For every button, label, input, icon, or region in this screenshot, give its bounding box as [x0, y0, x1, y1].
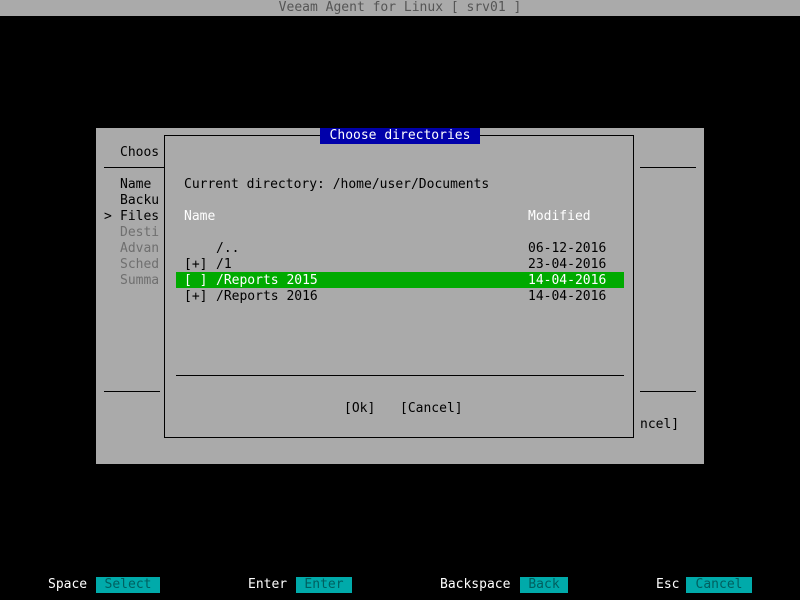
row-name: /.. [216, 241, 240, 256]
ok-button[interactable]: [Ok] [344, 401, 375, 417]
wizard-step-advanced: Advan [120, 241, 160, 256]
wizard-divider-top-left [104, 167, 164, 168]
cancel-button[interactable]: [Cancel] [400, 401, 463, 417]
hotkey-enter-key: Enter [248, 577, 288, 592]
wizard-heading: Choos [120, 145, 160, 160]
wizard-step-schedule: Sched [120, 257, 160, 272]
dialog-divider [176, 375, 624, 376]
back-button[interactable]: Back [520, 577, 568, 593]
hotkey-backspace-key: Backspace [440, 577, 511, 592]
wizard-divider-bottom-right [640, 391, 696, 392]
row-checkbox[interactable]: [ ] [184, 273, 207, 289]
row-name: /1 [216, 257, 232, 272]
wizard-step-files[interactable]: Files [120, 209, 159, 225]
hotkey-cancel-button[interactable]: Cancel [686, 577, 752, 593]
dialog-title: Choose directories [320, 128, 480, 144]
wizard-divider-top-right [640, 167, 696, 168]
hotkey-space-key: Space [48, 577, 88, 592]
enter-button[interactable]: Enter [296, 577, 352, 593]
column-header-name: Name [184, 209, 216, 224]
app-title-bar: Veeam Agent for Linux [ srv01 ] [0, 0, 800, 16]
row-name: /Reports 2016 [216, 289, 318, 304]
row-modified: 06-12-2016 [528, 241, 607, 256]
column-header-modified: Modified [528, 209, 591, 224]
row-modified: 14-04-2016 [528, 273, 607, 288]
row-modified: 14-04-2016 [528, 289, 607, 304]
row-name: /Reports 2015 [216, 273, 318, 288]
wizard-step-name[interactable]: Name [120, 177, 151, 193]
row-modified: 23-04-2016 [528, 257, 607, 272]
wizard-step-summary: Summa [120, 273, 160, 288]
row-checkbox[interactable]: [+] [184, 289, 207, 305]
hotkey-esc-key: Esc [656, 577, 680, 592]
row-checkbox[interactable]: [+] [184, 257, 207, 273]
select-button[interactable]: Select [96, 577, 160, 593]
wizard-cancel-button[interactable]: ncel] [640, 417, 679, 433]
current-directory: Current directory: /home/user/Documents [184, 177, 490, 192]
wizard-step-backup-mode[interactable]: Backu [120, 193, 159, 209]
app-title: Veeam Agent for Linux [ srv01 ] [278, 0, 522, 15]
step-marker: > [104, 209, 112, 224]
wizard-step-destination: Desti [120, 225, 160, 240]
wizard-divider-bottom-left [104, 391, 160, 392]
